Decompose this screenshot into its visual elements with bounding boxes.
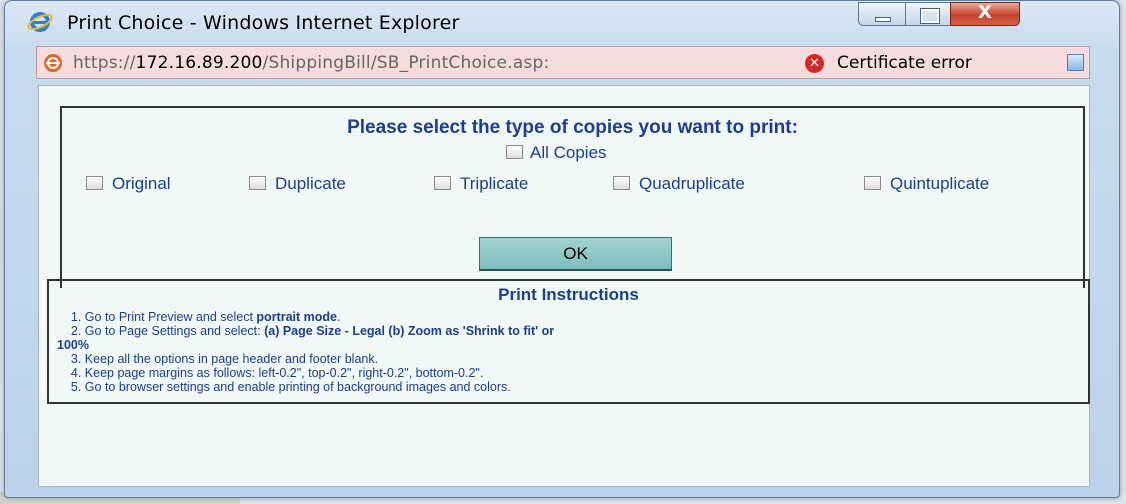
- address-bar[interactable]: https://172.16.89.200/ShippingBill/SB_Pr…: [36, 46, 1090, 79]
- instruction-line-1: 1. Go to Print Preview and select portra…: [57, 310, 1081, 324]
- all-copies-label: All Copies: [530, 143, 607, 162]
- instruction-line-3: 3. Keep all the options in page header a…: [57, 352, 1081, 366]
- window-title: Print Choice - Windows Internet Explorer: [67, 12, 460, 34]
- instruction-line-5: 5. Go to browser settings and enable pri…: [57, 380, 1081, 394]
- page-content: Please select the type of copies you wan…: [38, 85, 1090, 487]
- instruction-line-2-cont: 100%: [57, 338, 1081, 352]
- duplicate-label: Duplicate: [275, 174, 346, 193]
- all-copies-checkbox[interactable]: [506, 145, 523, 159]
- certificate-error-icon[interactable]: ✕: [805, 54, 824, 73]
- url-host: 172.16.89.200: [135, 53, 263, 73]
- instruction-line-2: 2. Go to Page Settings and select: (a) P…: [57, 324, 1081, 338]
- maximize-icon: [920, 8, 940, 24]
- internet-explorer-logo-icon: [27, 12, 53, 32]
- certificate-error-label[interactable]: Certificate error: [837, 53, 972, 73]
- selection-heading: Please select the type of copies you wan…: [347, 117, 798, 138]
- instructions-title: Print Instructions: [498, 285, 639, 304]
- all-copies-option[interactable]: All Copies: [506, 143, 607, 163]
- option-quadruplicate[interactable]: Quadruplicate: [613, 174, 745, 194]
- close-button[interactable]: X: [950, 2, 1020, 26]
- instruction-line-4: 4. Keep page margins as follows: left-0.…: [57, 366, 1081, 380]
- option-original[interactable]: Original: [86, 174, 171, 194]
- instruction-2-text: 2. Go to Page Settings and select:: [70, 324, 265, 338]
- instruction-1-text: 1. Go to Print Preview and select: [70, 310, 257, 324]
- site-icon: [44, 54, 62, 72]
- instruction-3-text: 3. Keep all the options in page header a…: [70, 352, 379, 366]
- option-quintuplicate[interactable]: Quintuplicate: [864, 174, 989, 194]
- title-bar[interactable]: Print Choice - Windows Internet Explorer…: [5, 1, 1119, 43]
- quintuplicate-label: Quintuplicate: [890, 174, 990, 193]
- original-label: Original: [112, 174, 171, 193]
- close-icon: X: [978, 2, 992, 23]
- duplicate-checkbox[interactable]: [249, 176, 266, 190]
- url-path: /ShippingBill/SB_PrintChoice.asp:: [262, 53, 550, 73]
- quadruplicate-checkbox[interactable]: [613, 176, 630, 190]
- triplicate-label: Triplicate: [460, 174, 529, 193]
- minimize-icon: [875, 17, 891, 22]
- option-triplicate[interactable]: Triplicate: [434, 174, 528, 194]
- url-text[interactable]: https://172.16.89.200/ShippingBill/SB_Pr…: [73, 53, 549, 73]
- option-duplicate[interactable]: Duplicate: [249, 174, 346, 194]
- compatibility-view-icon[interactable]: [1067, 54, 1084, 71]
- print-instructions-panel: Print Instructions 1. Go to Print Previe…: [47, 279, 1090, 404]
- ok-button[interactable]: OK: [479, 237, 672, 271]
- instruction-2-continuation: 100%: [57, 338, 89, 352]
- instruction-2-bold: (a) Page Size - Legal (b) Zoom as 'Shrin…: [264, 324, 555, 338]
- maximize-button[interactable]: [905, 2, 951, 26]
- quintuplicate-checkbox[interactable]: [864, 176, 881, 190]
- url-prefix: https://: [73, 53, 136, 73]
- instruction-1-suffix: .: [336, 310, 341, 324]
- instruction-1-bold: portrait mode: [256, 310, 337, 324]
- instruction-5-text: 5. Go to browser settings and enable pri…: [70, 380, 511, 394]
- copy-selection-panel: Please select the type of copies you wan…: [60, 106, 1085, 288]
- quadruplicate-label: Quadruplicate: [639, 174, 745, 193]
- minimize-button[interactable]: [858, 2, 906, 26]
- triplicate-checkbox[interactable]: [434, 176, 451, 190]
- instruction-4-text: 4. Keep page margins as follows: left-0.…: [70, 366, 484, 380]
- ie-window: Print Choice - Windows Internet Explorer…: [4, 0, 1120, 498]
- original-checkbox[interactable]: [86, 176, 103, 190]
